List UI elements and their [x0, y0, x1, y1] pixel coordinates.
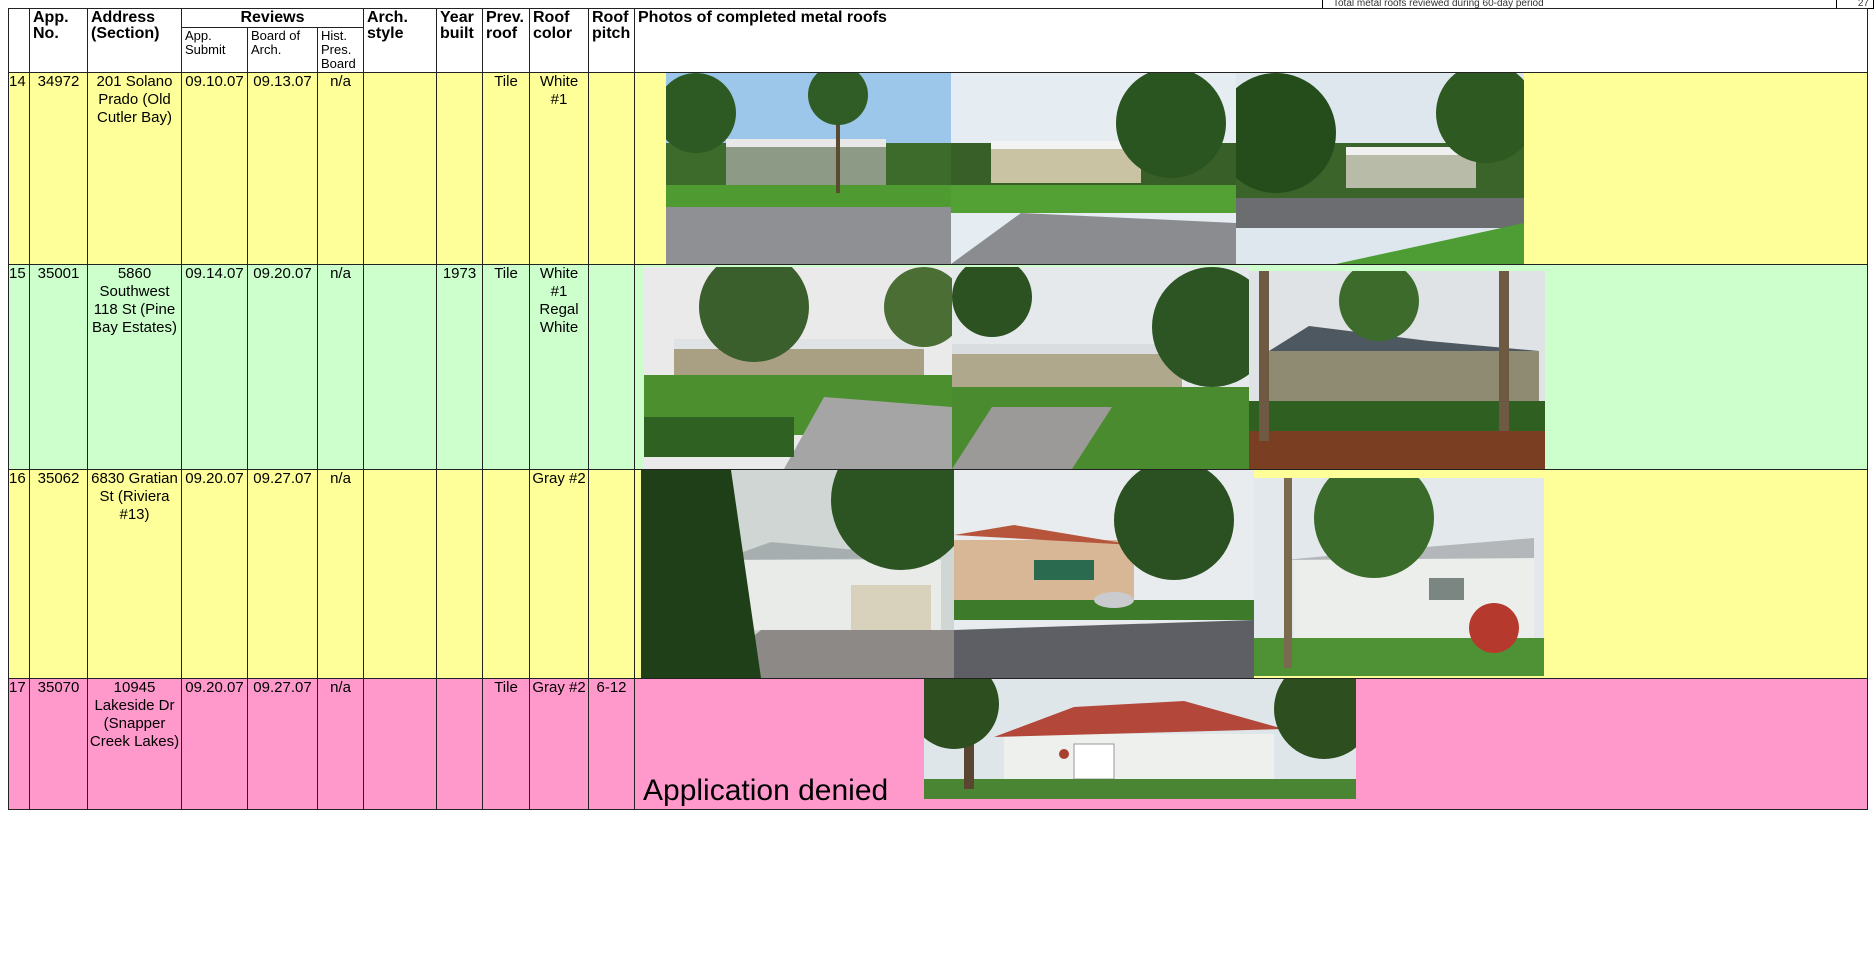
- house-photo: [644, 267, 952, 469]
- header-roof-pitch: Roof pitch: [588, 8, 635, 73]
- header-year-built: Year built: [436, 8, 483, 73]
- house-photo: [951, 73, 1236, 264]
- hist-pres: n/a: [317, 264, 364, 470]
- address: 5860 Southwest 118 St (Pine Bay Estates): [87, 264, 182, 470]
- table-row: 14 34972 201 Solano Prado (Old Cutler Ba…: [8, 72, 1868, 265]
- address: 201 Solano Prado (Old Cutler Bay): [87, 72, 182, 265]
- photos-cell: [634, 469, 1868, 679]
- header-app-submit: App. Submit: [181, 27, 248, 73]
- roof-color: Gray #2: [529, 678, 589, 810]
- metal-roofs-table: App. No. Address (Section) Reviews Arch.…: [8, 8, 1868, 810]
- board-arch-date: 09.20.07: [247, 264, 318, 470]
- header-roof-color: Roof color: [529, 8, 589, 73]
- board-arch-date: 09.13.07: [247, 72, 318, 265]
- address: 10945 Lakeside Dr (Snapper Creek Lakes): [87, 678, 182, 810]
- arch-style: [363, 72, 437, 265]
- board-arch-date: 09.27.07: [247, 469, 318, 679]
- house-photo: [1236, 73, 1524, 264]
- header-arch-style: Arch. style: [363, 8, 437, 73]
- row-number: 16: [8, 469, 30, 679]
- app-submit-date: 09.20.07: [181, 469, 248, 679]
- header-prev-roof: Prev. roof: [482, 8, 530, 73]
- house-photo: [952, 267, 1249, 469]
- house-photo: [1249, 271, 1545, 469]
- house-photo: [924, 679, 1356, 799]
- header-row-number: [8, 8, 30, 73]
- app-number: 34972: [29, 72, 88, 265]
- prev-roof: Tile: [482, 264, 530, 470]
- year-built: [436, 678, 483, 810]
- prev-roof: Tile: [482, 678, 530, 810]
- app-submit-date: 09.20.07: [181, 678, 248, 810]
- roof-color: White #1: [529, 72, 589, 265]
- table-row: 17 35070 10945 Lakeside Dr (Snapper Cree…: [8, 678, 1868, 810]
- prev-roof: [482, 469, 530, 679]
- arch-style: [363, 678, 437, 810]
- hist-pres: n/a: [317, 678, 364, 810]
- photos-cell: [634, 72, 1868, 265]
- app-number: 35062: [29, 469, 88, 679]
- year-built: [436, 72, 483, 265]
- table-row: 15 35001 5860 Southwest 118 St (Pine Bay…: [8, 264, 1868, 470]
- header-address: Address (Section): [87, 8, 182, 73]
- roof-pitch: [588, 469, 635, 679]
- house-photo: [954, 470, 1254, 678]
- house-photo: [641, 470, 954, 678]
- year-built: [436, 469, 483, 679]
- roof-pitch: [588, 264, 635, 470]
- roof-pitch: [588, 72, 635, 265]
- header-photos: Photos of completed metal roofs: [634, 8, 1868, 73]
- app-submit-date: 09.14.07: [181, 264, 248, 470]
- header-reviews: Reviews: [181, 8, 364, 28]
- photos-cell: Application denied: [634, 678, 1868, 810]
- roof-pitch: 6-12: [588, 678, 635, 810]
- row-number: 15: [8, 264, 30, 470]
- arch-style: [363, 469, 437, 679]
- roof-color: White #1 Regal White: [529, 264, 589, 470]
- house-photo: [1254, 478, 1544, 676]
- photos-cell: [634, 264, 1868, 470]
- app-submit-date: 09.10.07: [181, 72, 248, 265]
- hist-pres: n/a: [317, 469, 364, 679]
- denied-note: Application denied: [643, 774, 889, 807]
- row-number: 14: [8, 72, 30, 265]
- roof-color: Gray #2: [529, 469, 589, 679]
- header-app-no: App. No.: [29, 8, 88, 73]
- header-hist-pres: Hist. Pres. Board: [317, 27, 364, 73]
- header-board-arch: Board of Arch.: [247, 27, 318, 73]
- house-photo: [666, 73, 951, 264]
- table-row: 16 35062 6830 Gratian St (Riviera #13) 0…: [8, 469, 1868, 679]
- app-number: 35070: [29, 678, 88, 810]
- hist-pres: n/a: [317, 72, 364, 265]
- arch-style: [363, 264, 437, 470]
- app-number: 35001: [29, 264, 88, 470]
- board-arch-date: 09.27.07: [247, 678, 318, 810]
- address: 6830 Gratian St (Riviera #13): [87, 469, 182, 679]
- page-note-count: 27: [1857, 0, 1869, 9]
- prev-roof: Tile: [482, 72, 530, 265]
- row-number: 17: [8, 678, 30, 810]
- year-built: 1973: [436, 264, 483, 470]
